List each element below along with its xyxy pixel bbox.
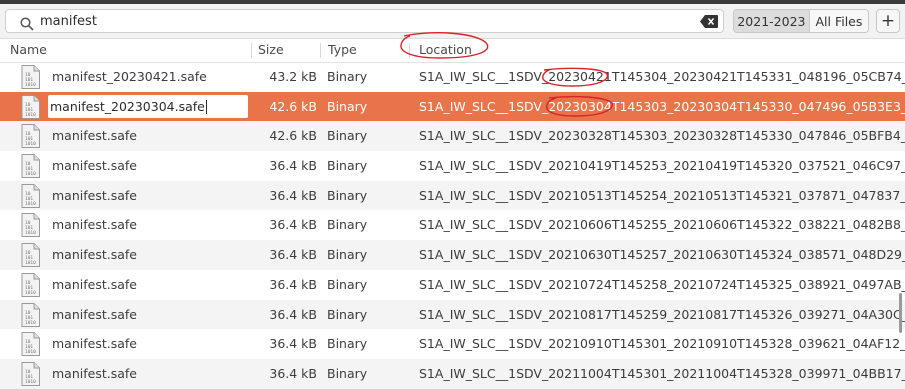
file-name: manifest.safe [52,336,137,352]
table-row[interactable]: 10 101 1010 manifest.safe 36.4 kB Binary… [0,299,905,330]
file-location: S1A_IW_SLC__1SDV_20230328T145303_2023032… [419,128,905,144]
svg-text:1010: 1010 [25,141,36,147]
file-location: S1A_IW_SLC__1SDV_20210630T145257_2021063… [419,247,905,263]
file-type: Binary [327,276,368,292]
add-filter-button[interactable]: + [876,9,900,33]
file-list: 10 101 1010 manifest_20230421.safe 43.2 … [0,62,905,389]
binary-file-icon: 10 101 1010 [21,213,40,238]
svg-text:1010: 1010 [25,379,36,385]
file-name: manifest.safe [52,276,137,292]
file-size: 36.4 kB [269,187,317,203]
svg-text:1010: 1010 [25,320,36,326]
binary-file-icon: 10 101 1010 [21,154,40,179]
file-location: S1A_IW_SLC__1SDV_20230304T145303_2023030… [419,98,905,114]
table-row[interactable]: 10 101 1010 manifest.safe 36.4 kB Binary… [0,151,905,181]
column-separator[interactable] [409,43,410,58]
file-type: Binary [327,158,368,174]
text-caret [205,100,207,115]
rename-value: manifest_20230304.safe [50,98,205,114]
column-type[interactable]: Type [328,42,357,57]
table-row[interactable]: 10 101 1010 manifest.safe 42.6 kB Binary… [0,121,905,152]
column-separator[interactable] [251,43,252,58]
file-type: Binary [327,69,368,84]
file-size: 36.4 kB [269,365,317,381]
file-location: S1A_IW_SLC__1SDV_20210817T145259_2021081… [419,306,905,322]
date-filter-group: 2021-2023 All Files [733,9,869,33]
search-icon [20,17,34,31]
file-name: manifest.safe [52,365,137,381]
svg-text:1010: 1010 [25,260,36,266]
search-field[interactable] [5,9,724,33]
file-location: S1A_IW_SLC__1SDV_20211004T145301_2021100… [419,365,905,381]
file-type: Binary [327,306,368,322]
svg-text:1010: 1010 [25,230,36,236]
file-size: 36.4 kB [269,306,317,322]
file-location: S1A_IW_SLC__1SDV_20210910T145301_2021091… [419,336,905,352]
table-row[interactable]: 10 101 1010 manifest.safe 36.4 kB Binary… [0,180,905,211]
binary-file-icon: 10 101 1010 [21,243,40,268]
file-name: manifest.safe [52,247,137,263]
binary-file-icon: 10 101 1010 [21,94,40,119]
column-name[interactable]: Name [10,42,47,57]
file-size: 36.4 kB [269,158,317,174]
svg-text:1010: 1010 [25,82,36,88]
binary-file-icon: 10 101 1010 [21,65,40,89]
file-size: 36.4 kB [269,276,317,292]
all-files-button[interactable]: All Files [809,10,868,32]
binary-file-icon: 10 101 1010 [21,332,40,357]
file-name: manifest.safe [52,128,137,144]
svg-text:1010: 1010 [25,349,36,355]
file-name: manifest.safe [52,187,137,203]
file-location: S1A_IW_SLC__1SDV_20210606T145255_2021060… [419,217,905,233]
column-header: Name Size Type Location [0,39,905,63]
file-type: Binary [327,217,368,233]
file-type: Binary [327,365,368,381]
svg-text:1010: 1010 [25,290,36,296]
file-name: manifest_20230421.safe [52,69,207,84]
file-size: 36.4 kB [269,217,317,233]
table-row-selected[interactable]: 10 101 1010 manifest_20230304.safe 42.6 … [0,91,905,122]
binary-file-icon: 10 101 1010 [21,361,40,386]
file-name: manifest.safe [52,158,137,174]
svg-text:1010: 1010 [25,112,36,118]
clear-search-icon[interactable] [700,15,718,28]
column-separator[interactable] [320,43,321,58]
binary-file-icon: 10 101 1010 [21,124,40,149]
file-size: 42.6 kB [269,98,317,114]
file-size: 36.4 kB [269,336,317,352]
file-name: manifest.safe [52,306,137,322]
file-type: Binary [327,247,368,263]
search-input[interactable] [40,11,680,31]
file-type: Binary [327,336,368,352]
column-location[interactable]: Location [419,42,472,57]
vertical-scrollbar[interactable] [899,293,902,333]
file-type: Binary [327,187,368,203]
binary-file-icon: 10 101 1010 [21,272,40,297]
table-row[interactable]: 10 101 1010 manifest.safe 36.4 kB Binary… [0,358,905,389]
table-row[interactable]: 10 101 1010 manifest.safe 36.4 kB Binary… [0,329,905,359]
file-name: manifest.safe [52,217,137,233]
svg-text:1010: 1010 [25,201,36,207]
table-row[interactable]: 10 101 1010 manifest.safe 36.4 kB Binary… [0,210,905,240]
file-type: Binary [327,98,368,114]
table-row[interactable]: 10 101 1010 manifest.safe 36.4 kB Binary… [0,240,905,270]
file-location: S1A_IW_SLC__1SDV_20210724T145258_2021072… [419,276,905,292]
file-size: 42.6 kB [269,128,317,144]
column-size[interactable]: Size [258,42,284,57]
rename-input[interactable]: manifest_20230304.safe [47,93,249,119]
file-size: 36.4 kB [269,247,317,263]
binary-file-icon: 10 101 1010 [21,302,40,327]
file-location: S1A_IW_SLC__1SDV_20210419T145253_2021041… [419,158,905,174]
table-row[interactable]: 10 101 1010 manifest.safe 36.4 kB Binary… [0,270,905,300]
search-bar: 2021-2023 All Files + [0,4,905,39]
file-location: S1A_IW_SLC__1SDV_20230421T145304_2023042… [419,69,905,84]
table-row[interactable]: 10 101 1010 manifest_20230421.safe 43.2 … [0,62,905,92]
svg-text:1010: 1010 [25,171,36,177]
file-size: 43.2 kB [269,69,317,84]
file-location: S1A_IW_SLC__1SDV_20210513T145254_2021051… [419,187,905,203]
date-range-button[interactable]: 2021-2023 [734,10,810,32]
binary-file-icon: 10 101 1010 [21,183,40,208]
file-type: Binary [327,128,368,144]
